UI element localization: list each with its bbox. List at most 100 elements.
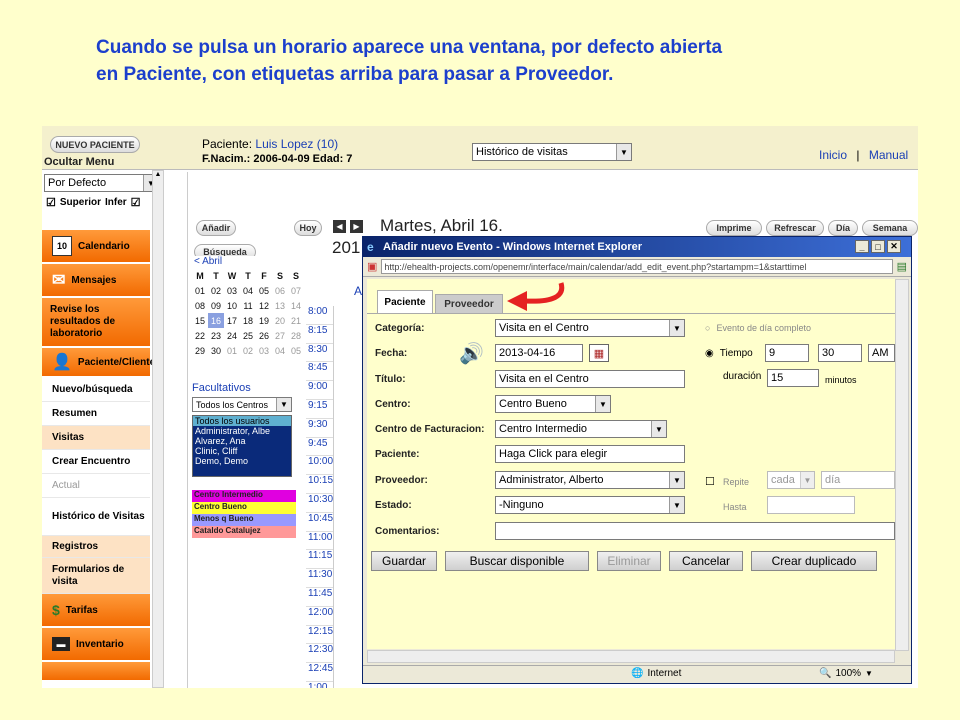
tab-proveedor[interactable]: Proveedor [435, 294, 503, 314]
calendar-day[interactable]: 09 [208, 298, 224, 313]
day-button[interactable]: Día [828, 220, 858, 236]
time-slot[interactable]: 9:45 [306, 437, 333, 457]
radio-icon[interactable]: ○ [705, 323, 710, 333]
calendar-day[interactable]: 05 [288, 343, 304, 358]
calendar-picker-icon[interactable]: ▦ [589, 344, 609, 362]
calendar-day[interactable]: 30 [208, 343, 224, 358]
calendar-day[interactable]: 14 [288, 298, 304, 313]
prev-arrow-icon[interactable]: ◀ [333, 220, 346, 233]
date-input[interactable]: 2013-04-16 [495, 344, 583, 362]
calendar-day[interactable]: 08 [192, 298, 208, 313]
calendar-day[interactable]: 29 [192, 343, 208, 358]
maximize-button[interactable]: □ [871, 240, 885, 253]
minimize-button[interactable]: _ [855, 240, 869, 253]
calendar-day[interactable]: 24 [224, 328, 240, 343]
sidebar-item-actual[interactable]: Actual [42, 474, 150, 498]
billing-center-select[interactable]: Centro Intermedio ▼ [495, 420, 667, 438]
calendar-day[interactable]: 07 [288, 283, 304, 298]
centers-select[interactable]: Todos los Centros ▼ [192, 397, 292, 412]
calendar-day[interactable]: 17 [224, 313, 240, 328]
zoom-control[interactable]: 🔍 100% ▼ [819, 668, 873, 679]
sidebar-item-formularios[interactable]: Formularios de visita [42, 558, 150, 594]
calendar-day[interactable]: 22 [192, 328, 208, 343]
center-select[interactable]: Centro Bueno ▼ [495, 395, 611, 413]
hour-input[interactable]: 9 [765, 344, 809, 362]
hide-menu-link[interactable]: Ocultar Menu [44, 156, 114, 168]
time-slot[interactable]: 8:00 [306, 306, 333, 325]
time-slot[interactable]: 11:00 [306, 531, 333, 551]
dialog-vertical-scrollbar[interactable] [895, 279, 909, 651]
repeat-checkbox[interactable]: ☐ [705, 475, 715, 488]
provider-option[interactable]: Demo, Demo [193, 456, 291, 466]
time-slot[interactable]: 9:00 [306, 381, 333, 400]
calendar-day[interactable]: 01 [192, 283, 208, 298]
calendar-day[interactable]: 06 [272, 283, 288, 298]
sidebar-item-visitas[interactable]: Visitas [42, 426, 150, 450]
radio-selected-icon[interactable]: ◉ [705, 348, 714, 359]
repeat-unit-select[interactable]: día [821, 471, 895, 489]
calendar-day[interactable]: 04 [272, 343, 288, 358]
time-slot[interactable]: 9:30 [306, 418, 333, 438]
sidebar-item-inventario[interactable]: ▬ Inventario [42, 628, 150, 662]
tab-paciente[interactable]: Paciente [377, 290, 433, 314]
duration-input[interactable]: 15 [767, 369, 819, 387]
calendar-day[interactable]: 02 [208, 283, 224, 298]
sidebar-item-paciente[interactable]: 👤 Paciente/Cliente [42, 348, 155, 378]
calendar-day[interactable]: 20 [272, 313, 288, 328]
provider-select[interactable]: Administrator, Alberto ▼ [495, 471, 685, 489]
infer-checkbox[interactable]: ☑ [131, 196, 141, 209]
history-select[interactable]: Histórico de visitas ▼ [472, 143, 632, 161]
sidebar-item-crear-encuentro[interactable]: Crear Encuentro [42, 450, 150, 474]
status-select[interactable]: -Ninguno ▼ [495, 496, 685, 514]
calendar-day[interactable]: 04 [240, 283, 256, 298]
time-slot[interactable]: 8:30 [306, 343, 333, 363]
print-button[interactable]: Imprime [706, 220, 762, 236]
cancel-button[interactable]: Cancelar [669, 551, 743, 571]
time-slot[interactable]: 12:45 [306, 663, 333, 682]
calendar-day[interactable]: 05 [256, 283, 272, 298]
delete-button[interactable]: Eliminar [597, 551, 661, 571]
calendar-day[interactable]: 03 [224, 283, 240, 298]
all-day-option[interactable]: ○ Evento de día completo [705, 323, 811, 333]
calendar-day[interactable]: 19 [256, 313, 272, 328]
sidebar-item-nuevo-busqueda[interactable]: Nuevo/búsqueda [42, 378, 150, 402]
calendar-day[interactable]: 02 [240, 343, 256, 358]
refresh-button[interactable]: Refrescar [766, 220, 824, 236]
providers-listbox[interactable]: Todos los usuarios Administrator, Albe A… [192, 415, 292, 477]
calendar-day[interactable]: 12 [256, 298, 272, 313]
calendar-day[interactable]: 01 [224, 343, 240, 358]
calendar-day[interactable]: 11 [240, 298, 256, 313]
calendar-day[interactable]: 23 [208, 328, 224, 343]
category-select[interactable]: Visita en el Centro ▼ [495, 319, 685, 337]
save-button[interactable]: Guardar [371, 551, 437, 571]
sidebar-scrollbar[interactable]: ▲ [152, 170, 164, 688]
time-slot[interactable]: 10:30 [306, 493, 333, 513]
home-link[interactable]: Inicio [819, 148, 847, 162]
time-slot[interactable]: 1:00 [306, 681, 333, 688]
search-available-button[interactable]: Buscar disponible [445, 551, 589, 571]
calendar-day[interactable]: 13 [272, 298, 288, 313]
repeat-every-select[interactable]: cada ▼ [767, 471, 815, 489]
calendar-day[interactable]: 16 [208, 313, 224, 328]
time-slot[interactable]: 11:15 [306, 550, 333, 570]
next-arrow-icon[interactable]: ▶ [350, 220, 363, 233]
time-slot[interactable]: 11:30 [306, 569, 333, 588]
default-select[interactable]: Por Defecto ▼ [44, 174, 159, 192]
add-button[interactable]: Añadir [196, 220, 236, 236]
manual-link[interactable]: Manual [869, 148, 908, 162]
calendar-day[interactable]: 25 [240, 328, 256, 343]
week-button[interactable]: Semana [862, 220, 918, 236]
patient-input[interactable]: Haga Click para elegir [495, 445, 685, 463]
time-slot[interactable]: 8:15 [306, 324, 333, 344]
calendar-day[interactable]: 26 [256, 328, 272, 343]
time-slot[interactable]: 12:00 [306, 606, 333, 626]
provider-option[interactable]: Alvarez, Ana [193, 436, 291, 446]
url-field[interactable]: http://ehealth-projects.com/openemr/inte… [381, 259, 893, 274]
provider-option[interactable]: Clinic, Cliff [193, 446, 291, 456]
calendar-day[interactable]: 03 [256, 343, 272, 358]
time-slot[interactable]: 10:15 [306, 475, 333, 494]
new-patient-button[interactable]: NUEVO PACIENTE [50, 136, 140, 153]
title-input[interactable]: Visita en el Centro [495, 370, 685, 388]
provider-option[interactable]: Administrator, Albe [193, 426, 291, 436]
sidebar-item-registros[interactable]: Registros [42, 536, 150, 558]
